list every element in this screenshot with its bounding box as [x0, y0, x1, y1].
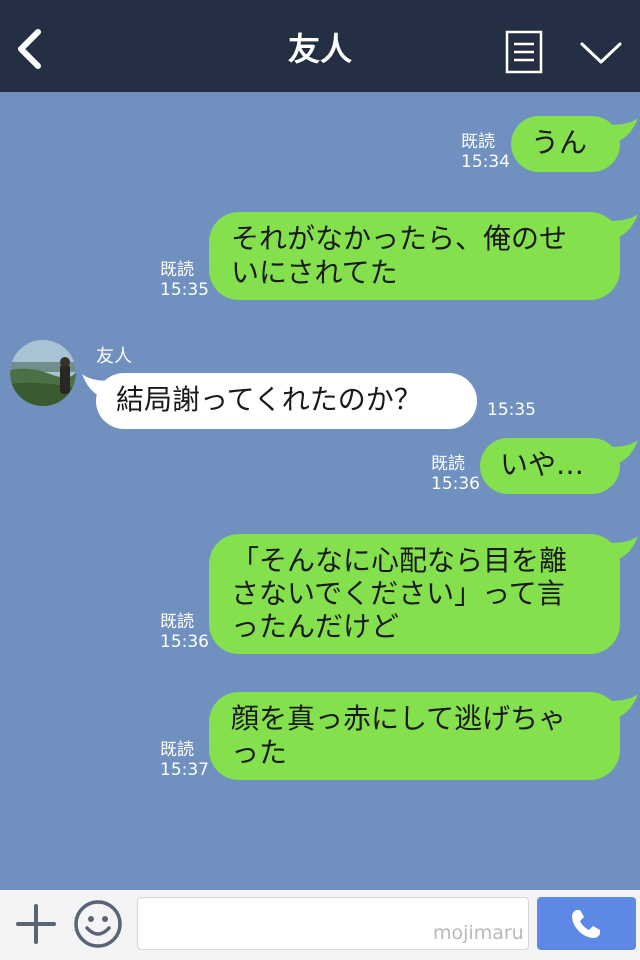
message-text: 結局謝ってくれたのか？ [116, 383, 422, 416]
read-receipt: 既読 [160, 740, 194, 760]
message-list[interactable]: 既読 15:34 うん 既読 15:35 それがなかったら、俺のせ いにされてた… [0, 92, 640, 890]
message-bubble-outgoing[interactable]: いや… [480, 438, 620, 494]
message-text-line: さないでください」って言 [231, 577, 565, 610]
avatar-image [10, 340, 76, 406]
message-time: 15:35 [160, 280, 209, 300]
message-text-line: いにされてた [231, 256, 398, 289]
message-text: いや… [500, 448, 585, 481]
composer-bar: mojimaru [0, 890, 640, 960]
bubble-tail [604, 694, 638, 718]
collapse-button[interactable] [578, 38, 624, 68]
bubble-tail [604, 214, 638, 238]
bubble-tail [604, 536, 638, 560]
message-text-line: ったんだけど [231, 610, 400, 643]
message-text-line: った [231, 736, 288, 769]
message-time: 15:35 [487, 400, 536, 420]
bubble-tail [604, 440, 638, 464]
bubble-tail [604, 118, 638, 142]
message-bubble-outgoing[interactable]: 「そんなに心配なら目を離 さないでください」って言 ったんだけど [209, 534, 620, 654]
menu-icon [505, 30, 543, 74]
message-meta: 15:35 [487, 400, 536, 420]
message-meta: 既読 15:36 [431, 454, 480, 494]
message-text-line: 「そんなに心配なら目を離 [231, 544, 568, 577]
watermark: mojimaru [433, 922, 524, 944]
message-bubble-outgoing[interactable]: 顔を真っ赤にして逃げちゃ った [209, 692, 620, 780]
menu-button[interactable] [504, 30, 544, 74]
message-time: 15:36 [431, 474, 480, 494]
message-bubble-outgoing[interactable]: それがなかったら、俺のせ いにされてた [209, 212, 620, 300]
message-meta: 既読 15:37 [160, 740, 209, 780]
add-button[interactable] [12, 900, 60, 948]
message-bubble-incoming[interactable]: 結局謝ってくれたのか？ [96, 373, 477, 429]
message-time: 15:34 [461, 152, 510, 172]
message-meta: 既読 15:36 [160, 612, 209, 652]
read-receipt: 既読 [160, 260, 194, 280]
plus-icon [16, 904, 56, 944]
message-meta: 既読 15:34 [461, 132, 510, 172]
message-text-line: 顔を真っ赤にして逃げちゃ [231, 702, 567, 735]
phone-icon [572, 910, 600, 938]
call-button[interactable] [537, 897, 636, 950]
message-time: 15:36 [160, 632, 209, 652]
message-time: 15:37 [160, 760, 209, 780]
emoji-button[interactable] [72, 898, 124, 950]
message-text-line: それがなかったら、俺のせ [231, 222, 568, 255]
chat-title: 友人 [287, 30, 352, 68]
chevron-down-icon [580, 42, 622, 64]
message-meta: 既読 15:35 [160, 260, 209, 300]
emoji-icon [74, 900, 122, 948]
sender-name: 友人 [96, 346, 132, 367]
chat-header: 友人 [0, 0, 640, 92]
read-receipt: 既読 [160, 612, 194, 632]
read-receipt: 既読 [461, 132, 495, 152]
avatar[interactable] [10, 340, 76, 406]
read-receipt: 既読 [431, 454, 465, 474]
message-text: うん [531, 126, 588, 159]
